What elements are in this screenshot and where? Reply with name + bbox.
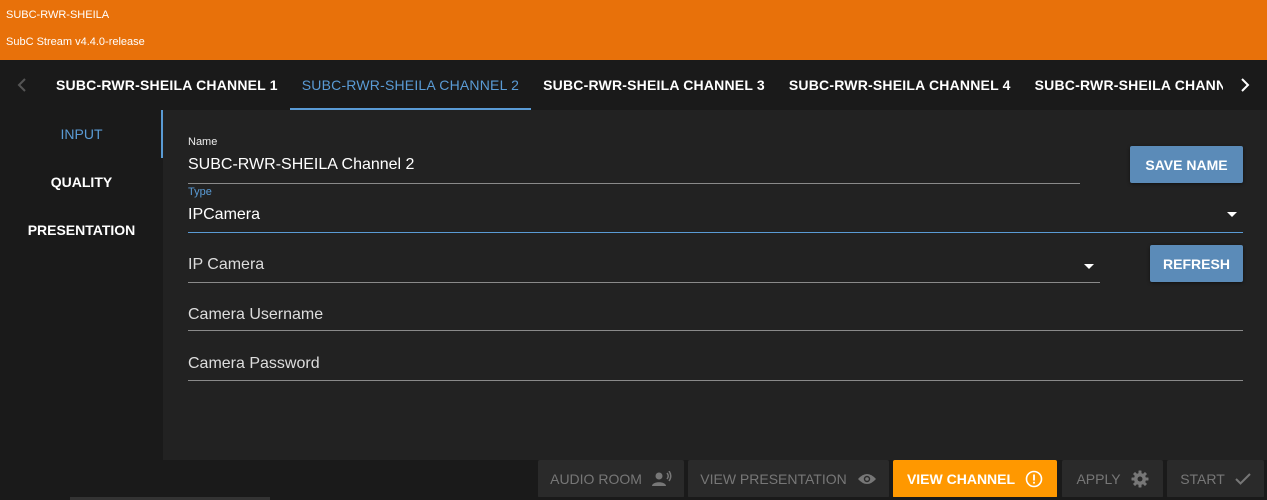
save-name-button[interactable]: SAVE NAME — [1130, 146, 1243, 183]
app-window: SUBC-RWR-SHEILA SubC Stream v4.4.0-relea… — [0, 0, 1267, 500]
tab-channel-3[interactable]: SUBC-RWR-SHEILA CHANNEL 3 — [531, 60, 777, 110]
tab-channel-1[interactable]: SUBC-RWR-SHEILA CHANNEL 1 — [44, 60, 290, 110]
camera-password-input[interactable]: Camera Password — [188, 353, 1243, 381]
camera-username-label: Camera Username — [188, 306, 324, 323]
app-version: SubC Stream v4.4.0-release — [6, 36, 145, 48]
ip-camera-select-label: IP Camera — [188, 256, 265, 273]
type-select[interactable]: Type IPCamera — [188, 186, 1243, 233]
app-header: SUBC-RWR-SHEILA SubC Stream v4.4.0-relea… — [0, 0, 1267, 60]
ip-camera-dropdown-arrow-icon[interactable] — [1084, 264, 1094, 269]
apply-button[interactable]: APPLY — [1062, 460, 1163, 498]
camera-username-input[interactable]: Camera Username — [188, 304, 1243, 331]
tab-channel-4[interactable]: SUBC-RWR-SHEILA CHANNEL 4 — [777, 60, 1023, 110]
view-channel-button[interactable]: VIEW CHANNEL — [893, 460, 1057, 498]
ip-camera-select-underline — [188, 282, 1100, 283]
tab-channel-5[interactable]: SUBC-RWR-SHEILA CHANNEL 5 — [1023, 60, 1223, 110]
start-button[interactable]: START — [1167, 460, 1264, 498]
start-label: START — [1180, 471, 1225, 487]
ip-camera-select[interactable]: IP Camera — [188, 254, 1100, 283]
apply-label: APPLY — [1076, 471, 1121, 487]
tabs-scroll-right-icon[interactable] — [1223, 60, 1267, 110]
type-select-underline — [188, 232, 1243, 233]
type-dropdown-arrow-icon[interactable] — [1227, 211, 1237, 217]
camera-username-underline — [188, 330, 1243, 331]
view-presentation-label: VIEW PRESENTATION — [700, 471, 847, 487]
sidebar-item-input[interactable]: INPUT — [0, 110, 163, 158]
alert-circle-icon — [1025, 470, 1043, 488]
sidebar-item-presentation[interactable]: PRESENTATION — [0, 206, 163, 254]
tab-list: SUBC-RWR-SHEILA CHANNEL 1 SUBC-RWR-SHEIL… — [44, 60, 1223, 110]
refresh-button[interactable]: REFRESH — [1150, 245, 1243, 282]
tabs-scroll-left-icon[interactable] — [0, 60, 44, 110]
voice-user-icon — [651, 471, 672, 486]
action-bar: AUDIO ROOM VIEW PRESENTATION VIEW CHANNE… — [0, 460, 1267, 500]
name-field-underline — [188, 183, 1080, 184]
device-name: SUBC-RWR-SHEILA — [6, 9, 110, 21]
name-field-value[interactable]: SUBC-RWR-SHEILA Channel 2 — [188, 154, 1080, 176]
sidebar-item-quality[interactable]: QUALITY — [0, 158, 163, 206]
view-channel-label: VIEW CHANNEL — [906, 471, 1016, 487]
tab-channel-2[interactable]: SUBC-RWR-SHEILA CHANNEL 2 — [289, 60, 532, 110]
name-field-label: Name — [188, 136, 218, 148]
type-select-value[interactable]: IPCamera — [188, 204, 1243, 226]
check-icon — [1235, 473, 1251, 485]
camera-password-label: Camera Password — [188, 355, 320, 372]
camera-password-underline — [188, 380, 1243, 381]
gear-icon — [1131, 470, 1149, 488]
audio-room-label: AUDIO ROOM — [550, 471, 642, 487]
name-field[interactable]: Name SUBC-RWR-SHEILA Channel 2 — [188, 136, 1080, 184]
audio-room-button[interactable]: AUDIO ROOM — [538, 460, 684, 498]
channel-tabs: SUBC-RWR-SHEILA CHANNEL 1 SUBC-RWR-SHEIL… — [0, 60, 1267, 110]
type-select-label: Type — [188, 186, 212, 198]
eye-icon — [857, 474, 876, 484]
input-settings-panel: Name SUBC-RWR-SHEILA Channel 2 SAVE NAME… — [163, 110, 1267, 460]
view-presentation-button[interactable]: VIEW PRESENTATION — [688, 460, 889, 498]
settings-sidebar: INPUT QUALITY PRESENTATION — [0, 110, 163, 460]
